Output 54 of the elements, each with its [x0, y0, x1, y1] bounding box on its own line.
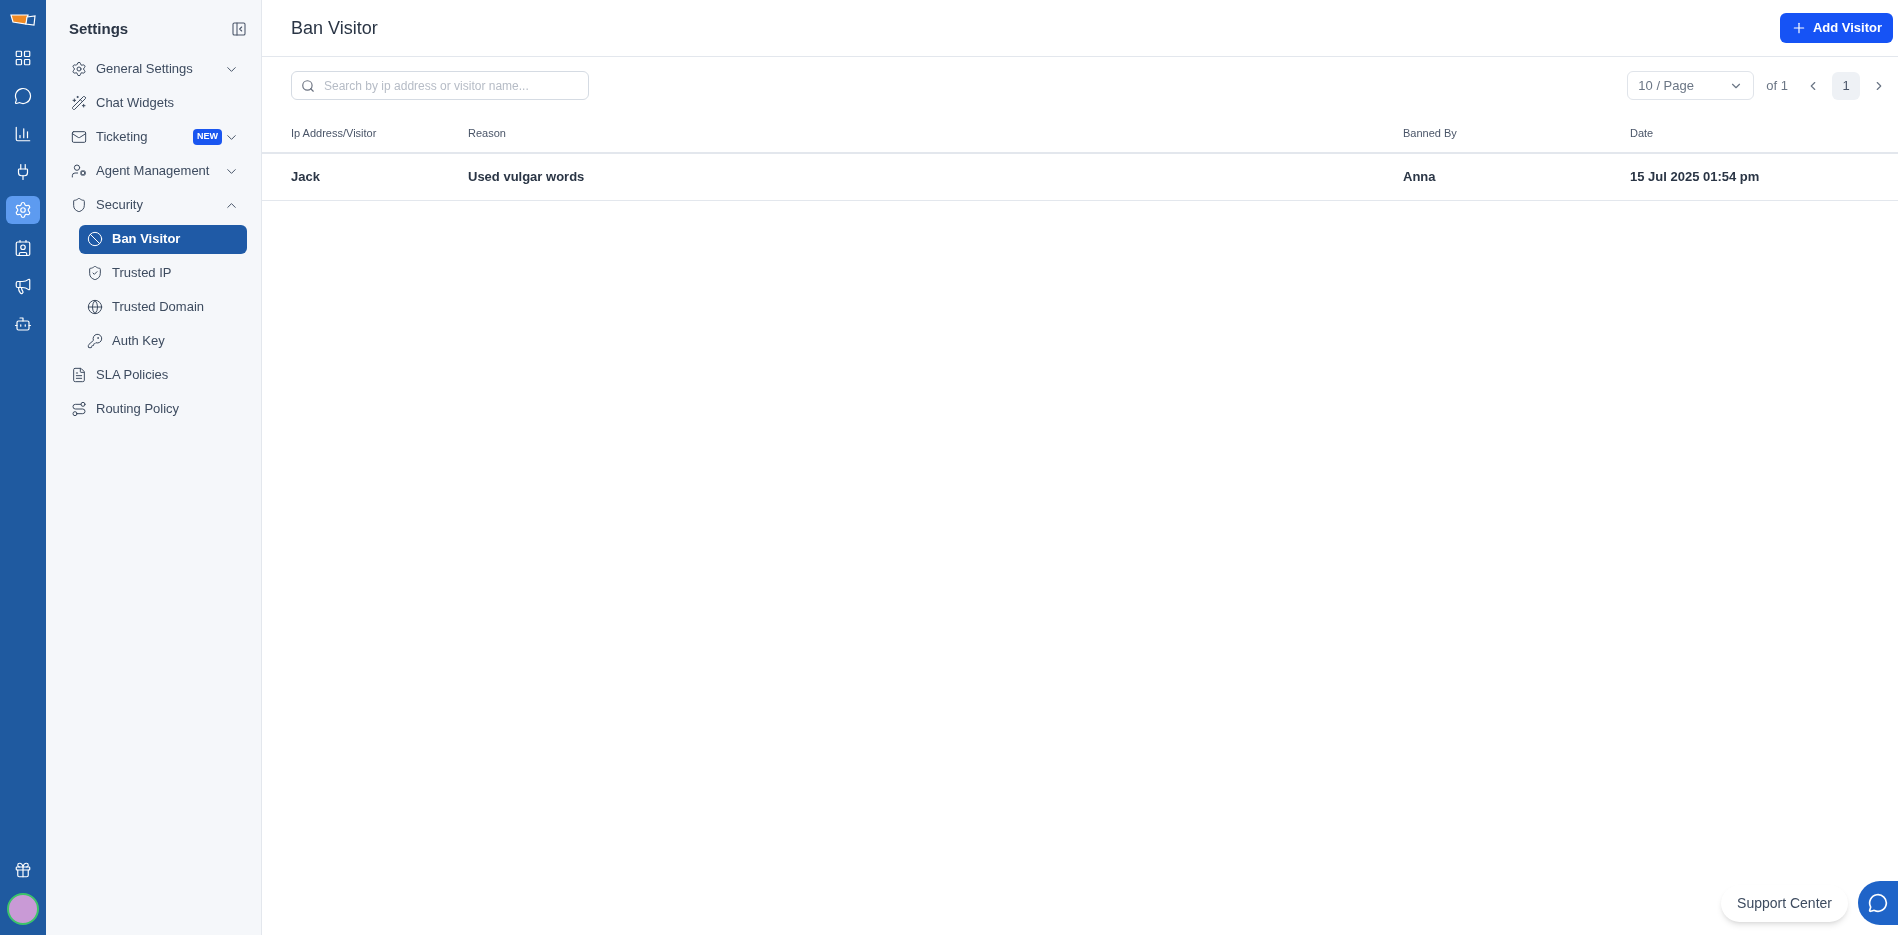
table-cell-text: Anna	[1403, 168, 1437, 187]
table-cell-text: 15 Jul 2025 01:54 pm	[1630, 168, 1761, 187]
sidebar-item[interactable]: Auth Key	[79, 326, 247, 356]
chat-bubble-icon	[14, 87, 32, 105]
collapse-sidebar-icon[interactable]	[231, 21, 247, 38]
sidebar-item[interactable]: General Settings	[69, 54, 247, 84]
settings-icon	[71, 61, 87, 77]
avatar[interactable]	[7, 893, 39, 925]
grid-icon	[14, 49, 32, 67]
gift-icon[interactable]	[14, 861, 32, 879]
document-icon	[71, 367, 87, 383]
sidebar-item[interactable]: Ban Visitor	[79, 224, 247, 254]
sidebar-item[interactable]: Trusted IP	[79, 258, 247, 288]
column-header: Ip Address/Visitor	[291, 125, 378, 141]
support-center-button[interactable]: Support Center	[1721, 884, 1848, 922]
megaphone-icon	[14, 277, 32, 295]
new-badge: NEW	[193, 129, 222, 145]
sidebar-item[interactable]: Security	[69, 190, 247, 220]
table-cell-text: Used vulgar words	[468, 168, 586, 187]
magic-wand-icon	[71, 95, 87, 111]
envelope-icon	[71, 129, 87, 145]
sidebar-item[interactable]: Routing Policy	[69, 394, 247, 424]
column-header: Banned By	[1403, 125, 1458, 141]
bar-chart-icon	[14, 125, 32, 143]
column-header: Date	[1630, 125, 1655, 141]
route-icon	[71, 401, 87, 417]
column-header: Reason	[468, 125, 507, 141]
chat-bubble-icon	[1868, 893, 1888, 913]
page-count: of 1	[1766, 76, 1788, 95]
sidebar-item[interactable]: Agent Management	[69, 156, 247, 186]
page-title: Ban Visitor	[291, 16, 378, 40]
shield-check-icon	[87, 265, 103, 281]
add-visitor-button[interactable]: Add Visitor	[1779, 13, 1893, 43]
shield-icon	[71, 197, 87, 213]
contact-book-icon	[14, 239, 32, 257]
key-icon	[87, 333, 103, 349]
search-field[interactable]: Search by ip address or visitor name...	[291, 71, 589, 100]
settings-icon	[14, 201, 32, 219]
search-icon	[301, 79, 315, 93]
page-size-select[interactable]: 10 / Page	[1627, 71, 1755, 100]
logo-icon	[10, 12, 36, 28]
ban-icon	[87, 231, 103, 247]
table-cell-text: Jack	[291, 168, 321, 187]
globe-icon	[87, 299, 103, 315]
sidebar-item[interactable]: Chat Widgets	[69, 88, 247, 118]
chat-launcher-button[interactable]	[1858, 881, 1898, 925]
sidebar-item[interactable]: Ticketing NEW	[69, 122, 247, 152]
user-gear-icon	[71, 163, 87, 179]
sidebar-item[interactable]: Trusted Domain	[79, 292, 247, 322]
page-button[interactable]: 1	[1832, 71, 1860, 100]
rail-button[interactable]	[6, 196, 40, 224]
robot-icon	[14, 315, 32, 333]
sidebar-title: Settings	[69, 19, 129, 39]
sidebar-item[interactable]: SLA Policies	[69, 360, 247, 390]
